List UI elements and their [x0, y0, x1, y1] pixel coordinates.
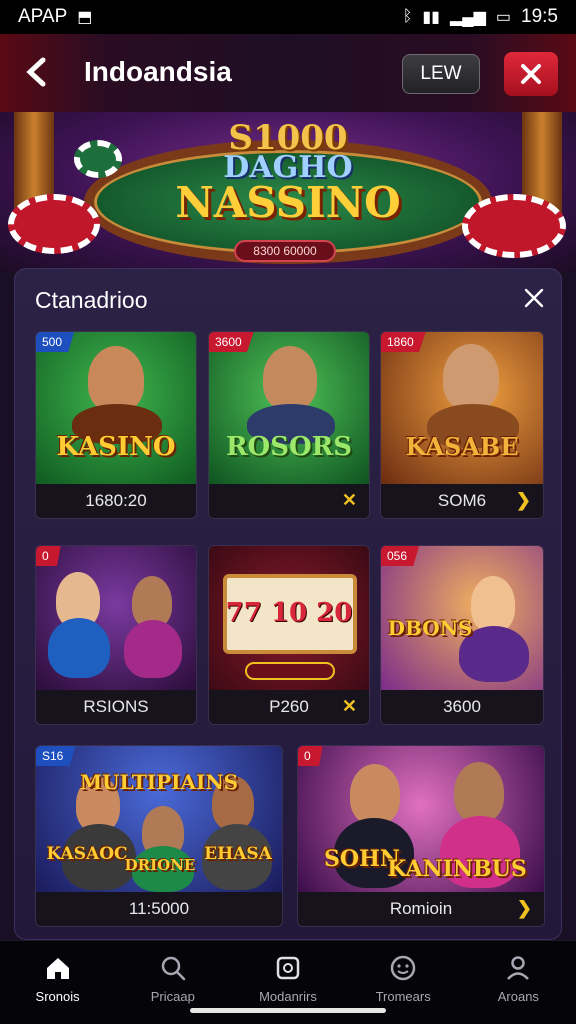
face-icon [388, 953, 418, 983]
battery-icon: ▭ [495, 9, 512, 26]
card-art [36, 546, 196, 692]
game-card-multipiains[interactable]: S16 MULTIPIAINS KASAOC DRIONE EHASA 11:5… [35, 745, 283, 927]
dismiss-icon[interactable]: ✕ [342, 696, 357, 717]
app-label: APAP [18, 6, 68, 27]
clock: 19:5 [521, 6, 558, 27]
card-footer: RSIONS [36, 690, 196, 724]
card-title: 77 10 20 [225, 598, 353, 628]
back-button[interactable] [18, 54, 54, 90]
card-footer: SOM6 ❯ [381, 484, 543, 518]
vibrate-icon: ▮▮ [422, 9, 440, 26]
card-footer: ✕ [209, 484, 369, 518]
card-badge: 0 [36, 546, 61, 566]
bluetooth-icon: ᛒ [402, 8, 413, 25]
character-avatar [263, 346, 317, 410]
banner-pill: 8300 60000 [234, 240, 336, 262]
card-title: MULTIPIAINS [79, 770, 239, 794]
chevron-right-icon[interactable]: ❯ [516, 490, 531, 511]
search-icon [158, 953, 188, 983]
page-title: Indoandsia [84, 56, 232, 87]
card-footer: 1680:20 [36, 484, 196, 518]
nav-label: Tromears [375, 989, 431, 1004]
game-card-kasino[interactable]: 500 KASINO 1680:20 [35, 331, 197, 519]
card-footer: P260 ✕ [209, 690, 369, 724]
nav-label: Sronois [35, 989, 80, 1004]
card-title: KASABE [405, 432, 519, 461]
panel-close-button[interactable] [519, 283, 549, 313]
card-badge: 3600 [209, 332, 254, 352]
signal-icon: ▂▄▆ [449, 9, 486, 26]
card-footer: 3600 [381, 690, 543, 724]
card-title: DBONS [387, 616, 473, 640]
card-footer: 11:5000 [36, 892, 282, 926]
character-avatar [471, 576, 515, 632]
character-avatar [350, 764, 400, 824]
game-card-kaninbus[interactable]: 0 SOHN KANINBUS Romioin ❯ [297, 745, 545, 927]
dismiss-icon[interactable]: ✕ [342, 490, 357, 511]
card-footer-text: SOM6 [437, 491, 487, 510]
panel-title: Ctanadrioo [35, 287, 148, 313]
home-indicator[interactable] [190, 1008, 386, 1013]
character-avatar [443, 344, 499, 410]
nav-label: Modanrirs [259, 989, 317, 1004]
game-card-rsions[interactable]: 0 RSIONS [35, 545, 197, 725]
card-badge: 500 [36, 332, 75, 352]
status-bar: APAP ⬒ ᛒ ▮▮ ▂▄▆ ▭ 19:5 [0, 0, 576, 34]
chevron-right-icon[interactable]: ❯ [517, 898, 532, 919]
card-badge: S16 [36, 746, 76, 766]
nav-label: Aroans [497, 989, 539, 1004]
back-arrow-icon [26, 57, 46, 87]
character-body [124, 620, 182, 678]
card-footer-text: 1680:20 [85, 491, 147, 510]
card-footer-text: 11:5000 [128, 899, 190, 918]
game-card-slots[interactable]: 77 10 20 P260 ✕ [208, 545, 370, 725]
app-header: Indoandsia LEW [0, 34, 576, 112]
banner-line-3: NASSINO [175, 178, 401, 227]
lew-button[interactable]: LEW [402, 54, 480, 94]
casino-banner[interactable]: S1000 DAGHO NASSINO 8300 60000 [0, 112, 576, 272]
nav-label: Pricaap [150, 989, 195, 1004]
card-art [36, 332, 196, 486]
card-badge: 0 [298, 746, 323, 766]
card-title: ROSORS [225, 432, 353, 462]
character-avatar [88, 346, 144, 412]
square-icon [273, 953, 303, 983]
card-title: KANINBUS [387, 856, 527, 882]
card-subtitle-center: DRIONE [124, 856, 196, 874]
card-title: KASINO [56, 432, 176, 462]
close-icon [524, 288, 544, 308]
game-panel: Ctanadrioo 500 KASINO 1680:20 3600 ROSOR… [14, 268, 562, 940]
nav-item-profile[interactable]: Aroans [461, 941, 576, 1024]
close-button[interactable] [504, 52, 558, 96]
card-art [209, 332, 369, 486]
game-card-kasabe[interactable]: 1860 KASABE SOM6 ❯ [380, 331, 544, 519]
profile-icon [503, 953, 533, 983]
card-footer-text: 3600 [443, 697, 481, 716]
card-footer-text: RSIONS [83, 697, 149, 716]
notification-icon: ⬒ [77, 9, 93, 26]
card-badge: 056 [381, 546, 420, 566]
card-footer-text: Romioin [389, 899, 453, 918]
character-avatar [454, 762, 504, 822]
character-body [48, 618, 110, 678]
nav-item-home[interactable]: Sronois [0, 941, 115, 1024]
card-footer-text: P260 [269, 697, 309, 716]
card-badge: 1860 [381, 332, 426, 352]
card-subtitle-right: EHASA [204, 844, 272, 864]
card-footer: Romioin ❯ [298, 892, 544, 926]
card-art [381, 332, 543, 486]
close-icon [521, 64, 541, 84]
slot-plate [245, 662, 335, 680]
game-card-rosors[interactable]: 3600 ROSORS ✕ [208, 331, 370, 519]
home-icon [43, 953, 73, 983]
game-card-dbons[interactable]: 056 DBONS 3600 [380, 545, 544, 725]
